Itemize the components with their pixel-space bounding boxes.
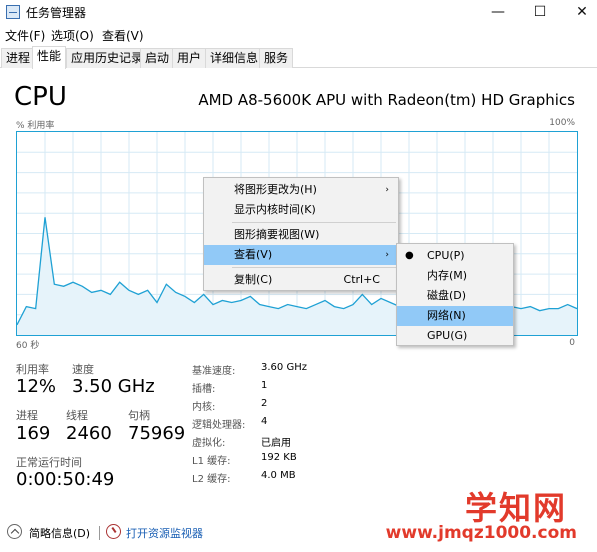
submenu-network[interactable]: 网络(N) [397,306,513,326]
maximize-button[interactable]: ☐ [519,0,561,25]
utilization-label: 利用率 [16,363,49,376]
menu-file[interactable]: 文件(F) [5,27,45,44]
detail-label: 插槽: [192,384,216,395]
detail-value: 2 [261,398,268,409]
menu-copy-label: 复制(C) [234,273,273,286]
menu-view-submenu-label: 查看(V) [234,248,273,261]
watermark-url: www.jmqz1000.com [385,523,577,543]
tab-details[interactable]: 详细信息 [205,48,264,68]
cpu-model: AMD A8-5600K APU with Radeon(tm) HD Grap… [198,91,575,109]
context-menu: 将图形更改为(H) › 显示内核时间(K) 图形摘要视图(W) 查看(V) › … [203,177,399,291]
threads-label: 线程 [66,409,88,422]
submenu-cpu[interactable]: ● CPU(P) [397,246,513,266]
detail-value: 4.0 MB [261,470,296,481]
page-title: CPU [14,82,67,112]
window-title: 任务管理器 [26,6,87,20]
detail-label: L2 缓存: [192,474,231,485]
speed-label: 速度 [72,363,94,376]
submenu-network-label: 网络(N) [427,309,466,322]
chevron-right-icon: › [385,185,389,195]
menu-separator [232,267,396,268]
tab-users[interactable]: 用户 [172,48,207,68]
tab-services[interactable]: 服务 [259,48,294,68]
minimize-button[interactable]: — [477,0,519,25]
detail-label: 虚拟化: [192,438,226,449]
uptime-value: 0:00:50:49 [16,469,115,490]
menu-copy[interactable]: 复制(C) Ctrl+C [204,270,398,290]
processes-value: 169 [16,423,51,444]
submenu-memory[interactable]: 内存(M) [397,266,513,286]
graph-y-label: % 利用率 [16,121,55,131]
menu-change-graph-label: 将图形更改为(H) [234,183,317,196]
menu-view[interactable]: 查看(V) [102,27,144,44]
title-bar: 任务管理器 — ☐ ✕ [0,0,597,25]
detail-label: 逻辑处理器: [192,420,246,431]
radio-bullet-icon: ● [405,250,414,261]
tab-strip: 进程 性能 应用历史记录 启动 用户 详细信息 服务 [0,46,597,69]
chevron-right-icon: › [385,250,389,260]
detail-label: 基准速度: [192,366,236,377]
menu-separator [232,222,396,223]
menu-change-graph[interactable]: 将图形更改为(H) › [204,180,398,200]
uptime-label: 正常运行时间 [16,456,82,469]
detail-value: 4 [261,416,268,427]
tab-startup[interactable]: 启动 [140,48,175,68]
detail-value: 已启用 [261,438,291,449]
menu-bar: 文件(F) 选项(O) 查看(V) [0,25,597,44]
tab-performance[interactable]: 性能 [32,46,67,69]
menu-show-kernel-times[interactable]: 显示内核时间(K) [204,200,398,220]
threads-value: 2460 [66,423,112,444]
view-submenu: ● CPU(P) 内存(M) 磁盘(D) 网络(N) GPU(G) [396,243,514,346]
handles-value: 75969 [128,423,186,444]
submenu-memory-label: 内存(M) [427,269,468,282]
resource-monitor-link[interactable]: 打开资源监视器 [126,525,203,541]
menu-summary-view-label: 图形摘要视图(W) [234,228,320,241]
processes-label: 进程 [16,409,38,422]
site-watermark: 学知网 www.jmqz1000.com [386,483,595,549]
tab-app-history[interactable]: 应用历史记录 [66,48,149,68]
submenu-gpu-label: GPU(G) [427,329,468,342]
graph-x-left-label: 60 秒 [16,341,40,351]
task-manager-icon [6,5,20,19]
submenu-gpu[interactable]: GPU(G) [397,326,513,346]
detail-value: 3.60 GHz [261,362,307,373]
close-button[interactable]: ✕ [561,0,597,25]
footer-divider [99,526,100,540]
speed-value: 3.50 GHz [72,376,155,397]
utilization-value: 12% [16,376,57,397]
chevron-up-icon[interactable] [7,524,22,539]
detail-label: 内核: [192,402,216,413]
menu-summary-view[interactable]: 图形摘要视图(W) [204,225,398,245]
detail-label: L1 缓存: [192,456,231,467]
menu-view-submenu[interactable]: 查看(V) › [204,245,398,265]
detail-value: 192 KB [261,452,297,463]
graph-x-right-label: 0 [569,338,575,348]
submenu-cpu-label: CPU(P) [427,249,465,262]
submenu-disk[interactable]: 磁盘(D) [397,286,513,306]
detail-value: 1 [261,380,268,391]
resource-monitor-icon[interactable] [106,524,121,539]
submenu-disk-label: 磁盘(D) [427,289,467,302]
menu-copy-shortcut: Ctrl+C [343,273,380,286]
handles-label: 句柄 [128,409,150,422]
graph-y-max-label: 100% [549,118,575,128]
tab-processes[interactable]: 进程 [1,48,36,68]
menu-show-kernel-times-label: 显示内核时间(K) [234,203,316,216]
brief-info-link[interactable]: 简略信息(D) [29,525,90,541]
menu-options[interactable]: 选项(O) [51,27,94,44]
